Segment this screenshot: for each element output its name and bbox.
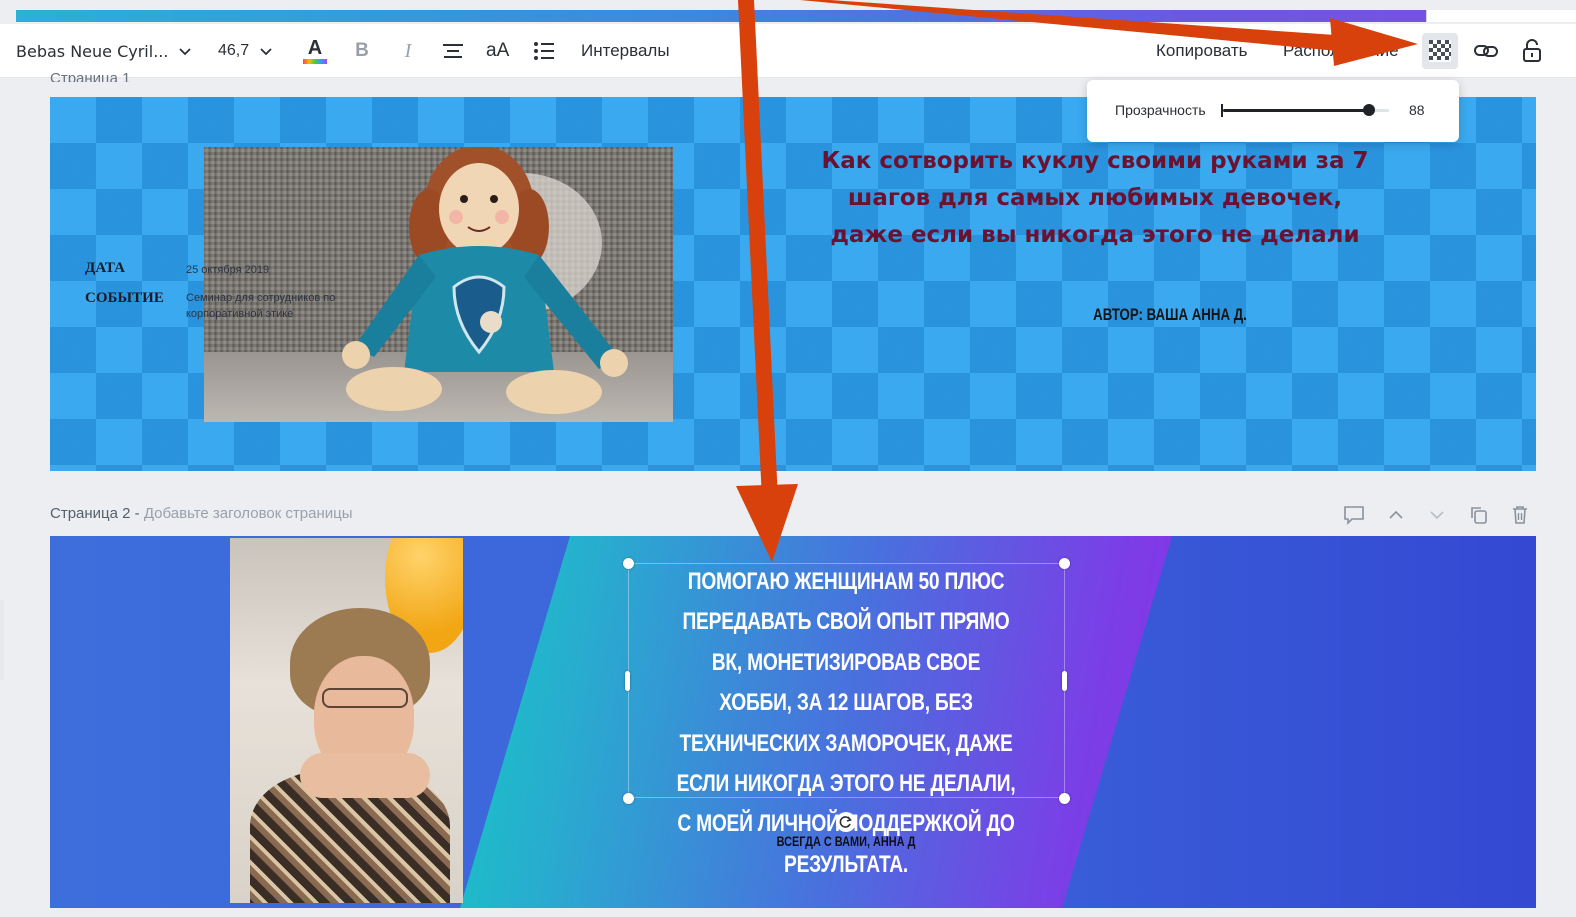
canva-editor: Bebas Neue Cyril... 46,7 A B I aA Интерв… — [0, 0, 1576, 917]
transparency-icon — [1429, 40, 1451, 62]
transparency-label: Прозрачность — [1115, 102, 1206, 118]
comment-icon — [1344, 506, 1364, 525]
doll-illustration — [342, 147, 628, 414]
chevron-down-icon — [260, 48, 272, 56]
event-label: СОБЫТИЕ — [85, 290, 164, 306]
rotate-handle[interactable] — [836, 812, 856, 832]
italic-icon: I — [404, 39, 412, 62]
transparency-slider[interactable] — [1223, 104, 1389, 116]
text-color-button[interactable]: A — [300, 24, 330, 78]
chevron-down-icon — [1430, 511, 1444, 520]
chevron-down-icon — [179, 48, 192, 56]
slider-fill — [1223, 109, 1370, 112]
page-2-separator: - — [130, 505, 144, 522]
resize-handle-right[interactable] — [1062, 671, 1067, 691]
transparency-value[interactable]: 88 — [1409, 102, 1425, 118]
duplicate-icon — [1471, 507, 1487, 524]
page-2-canvas[interactable]: ПОМОГАЮ ЖЕНЩИНАМ 50 ПЛЮС ПЕРЕДАВАТЬ СВОЙ… — [50, 536, 1536, 908]
top-gradient-bar — [16, 10, 1576, 22]
link-icon — [1474, 45, 1498, 57]
font-size-dropdown[interactable]: 46,7 — [218, 24, 273, 78]
position-button[interactable]: Расположение — [1283, 24, 1399, 78]
resize-handle-top-right[interactable] — [1059, 558, 1070, 569]
align-button[interactable] — [442, 24, 464, 78]
trash-icon — [1513, 506, 1527, 524]
top-right-panel — [1426, 10, 1576, 22]
align-center-icon — [443, 44, 463, 58]
woman-portrait-photo[interactable] — [230, 538, 463, 903]
portrait-glasses — [322, 688, 408, 708]
list-button[interactable] — [533, 24, 555, 78]
date-label: ДАТА — [85, 260, 125, 276]
italic-button[interactable]: I — [398, 24, 418, 78]
resize-handle-left[interactable] — [625, 671, 630, 691]
page-1-author[interactable]: АВТОР: ВАША АННА Д. — [1084, 305, 1256, 325]
page-1-title[interactable]: Как сотворить куклу своими руками за 7 ш… — [810, 143, 1380, 254]
page-2-signature[interactable]: ВСЕГДА С ВАМИ, АННА Д — [756, 833, 937, 849]
left-edge-strip — [0, 600, 4, 680]
resize-handle-top-left[interactable] — [623, 558, 634, 569]
list-icon — [534, 42, 554, 60]
page-1-canvas[interactable]: ДАТА 25 октября 2019 СОБЫТИЕ Семинар для… — [50, 97, 1536, 471]
text-color-icon: A — [307, 37, 323, 59]
color-swatch — [303, 59, 327, 64]
resize-handle-bottom-right[interactable] — [1059, 793, 1070, 804]
page-2-header: Страница 2 - Добавьте заголовок страницы — [50, 505, 353, 522]
link-button[interactable] — [1472, 24, 1500, 78]
font-size-value: 46,7 — [218, 42, 250, 59]
rotate-icon — [839, 816, 852, 828]
letter-case-button[interactable]: aA — [486, 24, 509, 78]
portrait-hands — [300, 753, 430, 798]
date-value: 25 октября 2019 — [186, 264, 270, 276]
page-2-title-input[interactable]: Добавьте заголовок страницы — [144, 505, 353, 522]
font-family-value: Bebas Neue Cyril... — [16, 41, 169, 61]
intervals-button[interactable]: Интервалы — [581, 24, 670, 78]
slider-thumb[interactable] — [1363, 104, 1376, 116]
event-value: Семинар для сотрудников по корпоративной… — [186, 292, 336, 320]
letter-case-icon: aA — [486, 40, 510, 61]
delete-page-button[interactable] — [1508, 504, 1532, 526]
duplicate-page-button[interactable] — [1467, 504, 1491, 526]
bold-button[interactable]: B — [352, 24, 372, 78]
page-1-label: Страница 1 — [50, 70, 131, 82]
lock-icon — [1523, 39, 1541, 62]
resize-handle-bottom-left[interactable] — [623, 793, 634, 804]
page-2-label: Страница 2 — [50, 505, 131, 522]
move-down-button[interactable] — [1425, 504, 1449, 526]
chevron-up-icon — [1389, 510, 1403, 519]
copy-button[interactable]: Копировать — [1156, 24, 1248, 78]
doll-photo[interactable] — [204, 147, 673, 422]
move-up-button[interactable] — [1384, 504, 1408, 526]
transparency-popup: Прозрачность 88 — [1087, 80, 1459, 142]
transparency-button[interactable] — [1422, 33, 1458, 69]
comment-button[interactable] — [1342, 504, 1366, 526]
lock-button[interactable] — [1518, 24, 1546, 78]
bold-icon: B — [355, 40, 369, 61]
text-toolbar: Bebas Neue Cyril... 46,7 A B I aA Интерв… — [0, 24, 1576, 78]
